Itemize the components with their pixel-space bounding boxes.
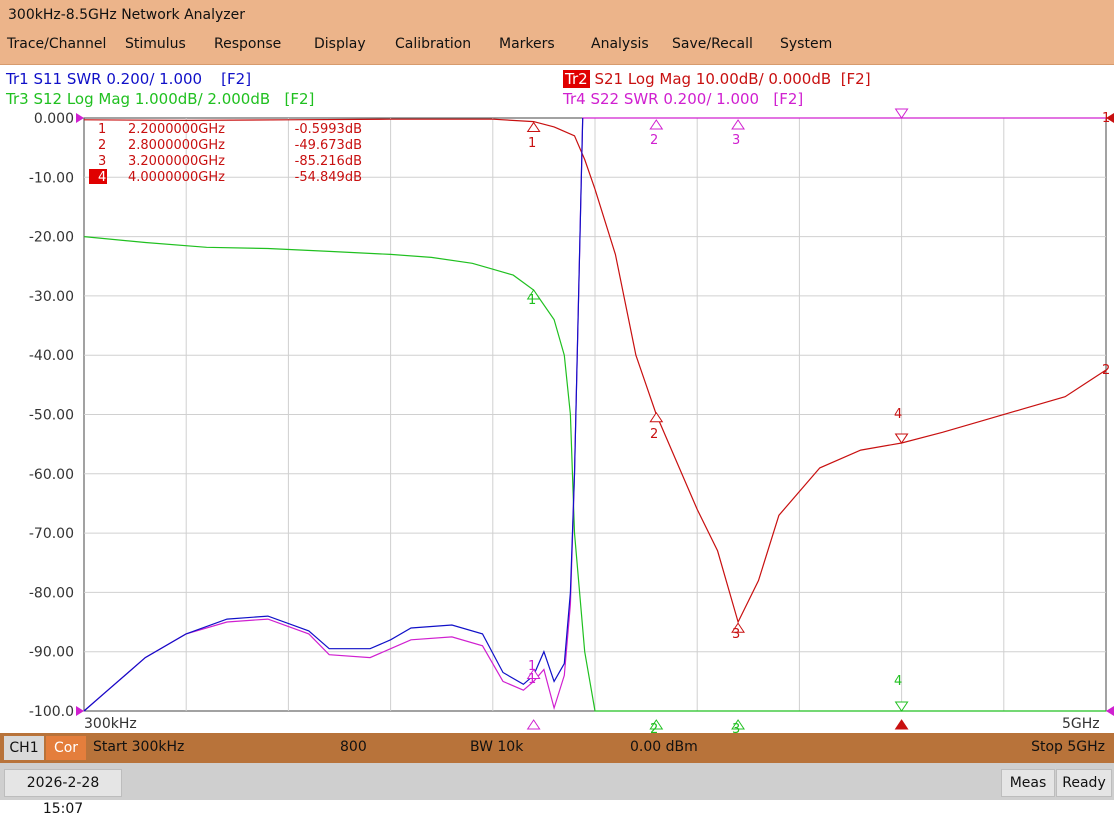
- s12-marker-2-label: 2: [650, 722, 658, 733]
- trace-label-tr4[interactable]: Tr4 S22 SWR 0.200/ 1.000 [F2]: [563, 90, 803, 108]
- left-ref-arrow-top: [76, 113, 84, 123]
- trace-label-tr3[interactable]: Tr3 S12 Log Mag 1.000dB/ 2.000dB [F2]: [6, 90, 314, 108]
- title-bar: 300kHz-8.5GHz Network Analyzer: [0, 0, 1114, 32]
- menu-trace-channel[interactable]: Trace/Channel: [7, 36, 106, 52]
- stop-frequency[interactable]: Stop 5GHz: [1031, 739, 1105, 755]
- s22-marker-4: [894, 108, 909, 119]
- trace-id: Tr1: [6, 70, 29, 88]
- y-tick-label: -50.00: [29, 408, 74, 424]
- s22-marker-2-label: 2: [650, 133, 658, 148]
- menu-bar: Trace/Channel Stimulus Response Display …: [0, 32, 1114, 65]
- marker-row-num: 2: [98, 138, 106, 153]
- marker-row-value: -49.673dB: [295, 138, 362, 153]
- x-stop-label: 5GHz: [1062, 716, 1100, 732]
- s12-marker-1-label: 1: [528, 293, 536, 308]
- y-tick-label: -40.00: [29, 348, 74, 364]
- measurement-plot[interactable]: 0.000 -10.00 -20.00 -30.00 -40.00 -50.00 -60.0…: [0, 95, 1114, 737]
- s22-marker-4-label: 4: [894, 108, 902, 110]
- s12-marker-3-label: 3: [732, 722, 740, 733]
- trace-label-tr2[interactable]: Tr2 S21 Log Mag 10.00dB/ 0.000dB [F2]: [563, 70, 871, 88]
- correction-indicator[interactable]: Cor: [46, 736, 86, 760]
- y-tick-label: -20.00: [29, 230, 74, 246]
- window-title: 300kHz-8.5GHz Network Analyzer: [8, 7, 246, 23]
- trace-label-tr1[interactable]: Tr1 S11 SWR 0.200/ 1.000 [F2]: [6, 70, 251, 88]
- y-tick-label: -30.00: [29, 289, 74, 305]
- y-tick-label: -70.00: [29, 526, 74, 542]
- marker-row-value: -0.5993dB: [295, 122, 362, 137]
- y-tick-label: 0.000: [34, 111, 74, 127]
- s21-marker-1-label: 1: [528, 136, 536, 151]
- marker-row-num: 3: [98, 154, 106, 169]
- trace-fkey: [F2]: [284, 90, 315, 108]
- y-tick-label: -100.0: [29, 704, 74, 720]
- marker-row-freq: 4.0000000GHz: [128, 170, 225, 185]
- trace-desc: S11 SWR 0.200/ 1.000: [33, 70, 203, 88]
- power-level[interactable]: 0.00 dBm: [630, 739, 698, 755]
- s22-marker-1-label: 1: [528, 672, 536, 687]
- meas-status[interactable]: Meas: [1001, 769, 1055, 797]
- y-tick-label: -80.00: [29, 585, 74, 601]
- marker-row-freq: 2.2000000GHz: [128, 122, 225, 137]
- menu-response[interactable]: Response: [214, 36, 281, 52]
- sweep-points[interactable]: 800: [340, 739, 367, 755]
- if-bandwidth[interactable]: BW 10k: [470, 739, 523, 755]
- right-ref-arrow-bottom: [1106, 706, 1114, 716]
- channel-indicator[interactable]: CH1: [4, 736, 44, 760]
- active-marker-4: [894, 719, 909, 730]
- left-ref-arrow-bottom: [76, 706, 84, 716]
- channel-status-strip: CH1 Cor Start 300kHz 800 BW 10k 0.00 dBm…: [0, 733, 1114, 763]
- ready-status: Ready: [1056, 769, 1112, 797]
- trace-id: Tr4: [563, 90, 586, 108]
- trace-desc: S22 SWR 0.200/ 1.000: [590, 90, 760, 108]
- marker-row-freq: 3.2000000GHz: [128, 154, 225, 169]
- s21-marker-2-label: 2: [650, 427, 658, 442]
- y-axis-labels: 0.000 -10.00 -20.00 -30.00 -40.00 -50.00 -60.0…: [29, 111, 74, 720]
- trace-fkey: [F2]: [773, 90, 804, 108]
- s22-marker-3-label: 3: [732, 133, 740, 148]
- menu-display[interactable]: Display: [314, 36, 366, 52]
- plot-area[interactable]: 0.000 -10.00 -20.00 -30.00 -40.00 -50.00 -60.0…: [0, 95, 1114, 737]
- menu-markers[interactable]: Markers: [499, 36, 555, 52]
- y-tick-label: -90.00: [29, 645, 74, 661]
- marker-row-freq: 2.8000000GHz: [128, 138, 225, 153]
- trace-fkey: [F2]: [840, 70, 871, 88]
- grid: [83, 117, 1107, 712]
- s21-end-label: 2: [1102, 363, 1110, 378]
- marker-row-num: 1: [98, 122, 106, 137]
- s12-marker-4-label: 4: [894, 674, 902, 689]
- footer-bar: 2026-2-28 15:07 Meas Ready: [0, 763, 1114, 817]
- y-tick-label: -10.00: [29, 170, 74, 186]
- s21-marker-4-label: 4: [894, 407, 902, 422]
- menu-calibration[interactable]: Calibration: [395, 36, 471, 52]
- marker-row-value: -85.216dB: [295, 154, 362, 169]
- trace-desc: S21 Log Mag 10.00dB/ 0.000dB: [594, 70, 832, 88]
- bottom-marker-1: [526, 719, 541, 730]
- start-frequency[interactable]: Start 300kHz: [93, 739, 184, 755]
- trace-id: Tr3: [6, 90, 29, 108]
- menu-stimulus[interactable]: Stimulus: [125, 36, 186, 52]
- menu-system[interactable]: System: [780, 36, 832, 52]
- menu-save-recall[interactable]: Save/Recall: [672, 36, 753, 52]
- trace-desc: S12 Log Mag 1.000dB/ 2.000dB: [33, 90, 271, 108]
- marker-row-num: 4: [98, 170, 106, 185]
- marker-row-value: -54.849dB: [295, 170, 362, 185]
- active-trace-tag: Tr2: [563, 70, 590, 88]
- x-start-label: 300kHz: [84, 716, 137, 732]
- menu-analysis[interactable]: Analysis: [591, 36, 649, 52]
- datetime-display: 2026-2-28 15:07: [4, 769, 122, 817]
- s21-ref-label: 1: [1102, 111, 1110, 126]
- trace-fkey: [F2]: [221, 70, 252, 88]
- y-tick-label: -60.00: [29, 467, 74, 483]
- s21-marker-3-label: 3: [732, 627, 740, 642]
